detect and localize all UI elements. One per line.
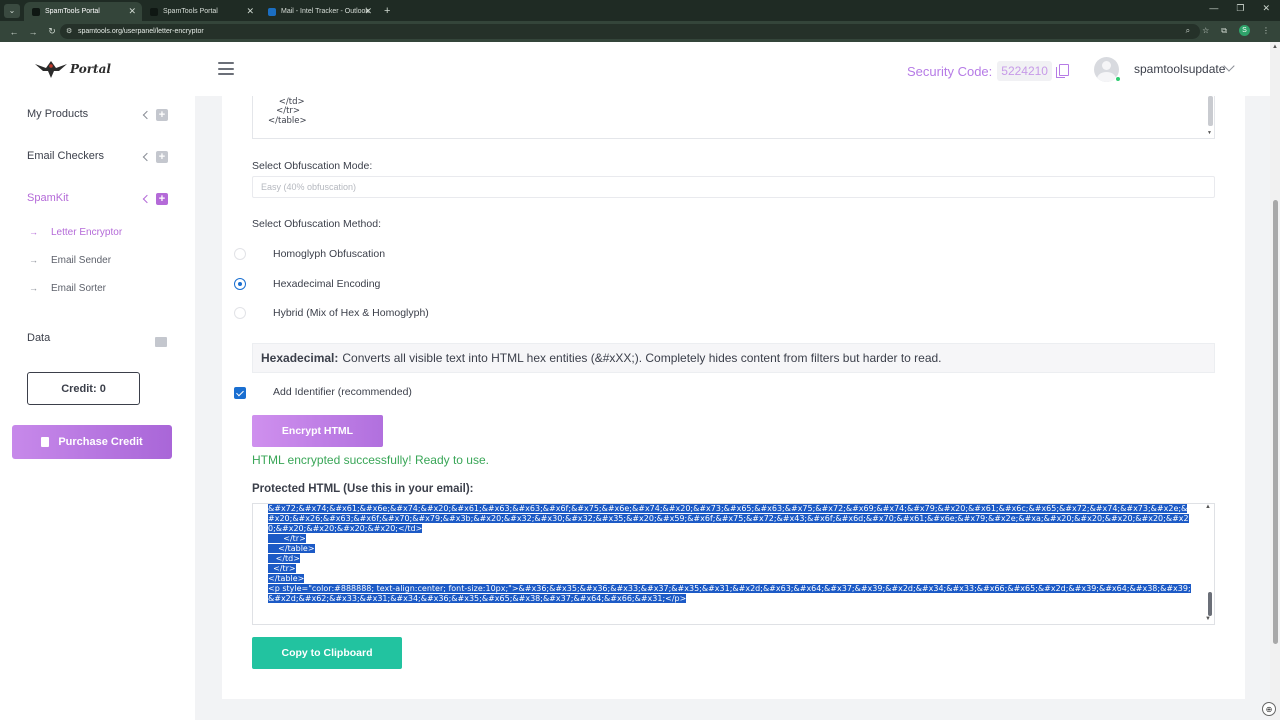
reload-icon[interactable]: ↻ <box>47 26 57 37</box>
close-window-icon[interactable]: ✕ <box>1262 3 1270 14</box>
window-controls: — ❐ ✕ <box>1209 3 1270 14</box>
security-code-label: Security Code: <box>907 63 993 79</box>
radio-hybrid[interactable] <box>234 307 246 319</box>
favicon-icon <box>150 7 158 16</box>
sidebar-subitem-email-sorter[interactable]: Email Sorter <box>51 283 106 294</box>
browser-tab-3[interactable]: Mail - Intel Tracker - Outlook ✕ <box>260 2 378 21</box>
arrow-right-icon: → <box>29 255 38 265</box>
plus-icon[interactable]: + <box>156 109 168 121</box>
plus-icon[interactable]: + <box>156 193 168 205</box>
favicon-icon <box>32 7 40 16</box>
scroll-down-icon[interactable]: ▼ <box>1207 130 1212 136</box>
tab-search-icon[interactable]: ⌄ <box>4 3 20 18</box>
security-code-value: 5224210 <box>997 61 1052 81</box>
online-status-icon <box>1115 76 1121 82</box>
menu-toggle-icon[interactable] <box>218 62 234 75</box>
outlook-icon <box>268 7 276 16</box>
browser-menu-icon[interactable]: ⋮ <box>1262 26 1270 35</box>
sidebar: My Products + Email Checkers + SpamKit +… <box>0 96 195 720</box>
obfuscation-mode-select[interactable]: Easy (40% obfuscation) <box>252 176 1215 198</box>
chevron-left-icon[interactable] <box>142 194 152 204</box>
html-input-textarea[interactable]: </table> </td> </tr> </table> ▼ <box>252 96 1215 139</box>
eagle-logo-icon <box>35 61 67 78</box>
bookmark-star-icon[interactable]: ☆ <box>1202 26 1209 35</box>
username[interactable]: spamtoolsupdate <box>1134 62 1225 76</box>
close-tab-icon[interactable]: ✕ <box>364 6 372 17</box>
sidebar-item-spamkit[interactable]: SpamKit <box>27 192 69 204</box>
output-scrollbar[interactable] <box>1208 592 1212 616</box>
protected-html-textarea[interactable]: &#x72;&#x74;&#x61;&#x6e;&#x74;&#x20;&#x6… <box>252 503 1215 625</box>
sidebar-item-data[interactable]: Data <box>27 332 50 344</box>
sidebar-item-email-checkers[interactable]: Email Checkers <box>27 150 104 162</box>
arrow-right-icon: → <box>29 227 38 237</box>
radio-label-hybrid[interactable]: Hybrid (Mix of Hex & Homoglyph) <box>273 307 429 319</box>
close-tab-icon[interactable]: ✕ <box>128 6 136 17</box>
browser-tab-2[interactable]: SpamTools Portal ✕ <box>142 2 260 21</box>
url-text: spamtools.org/userpanel/letter-encryptor <box>78 28 204 35</box>
sidebar-item-my-products[interactable]: My Products <box>27 108 88 120</box>
credit-display: Credit: 0 <box>27 372 140 405</box>
page-scrollbar-thumb[interactable] <box>1273 200 1278 644</box>
scroll-down-icon[interactable]: ▼ <box>1205 616 1211 622</box>
add-identifier-checkbox[interactable] <box>234 387 246 399</box>
method-info-box: Hexadecimal: Converts all visible text i… <box>252 343 1215 373</box>
chevron-left-icon[interactable] <box>142 152 152 162</box>
browser-actions: ⌕ ☆ ⧉ S ⋮ <box>1186 25 1270 36</box>
add-identifier-label[interactable]: Add Identifier (recommended) <box>273 386 412 398</box>
sidebar-subitem-letter-encryptor[interactable]: Letter Encryptor <box>51 227 122 238</box>
site-info-icon[interactable]: ⚙ <box>66 27 72 35</box>
url-input[interactable]: ⚙ spamtools.org/userpanel/letter-encrypt… <box>60 24 1200 39</box>
method-label: Select Obfuscation Method: <box>252 218 381 230</box>
encrypt-html-button[interactable]: Encrypt HTML <box>252 415 383 447</box>
minimize-icon[interactable]: — <box>1209 3 1218 14</box>
chevron-left-icon[interactable] <box>142 110 152 120</box>
security-code-area: Security Code: 5224210 <box>907 61 1069 81</box>
zoom-icon[interactable]: ⌕ <box>1186 26 1190 36</box>
mode-label: Select Obfuscation Mode: <box>252 160 373 172</box>
browser-address-bar: ← → ↻ ⚙ spamtools.org/userpanel/letter-e… <box>0 21 1280 42</box>
database-icon <box>155 337 167 347</box>
top-header: Portal Security Code: 5224210 spamtoolsu… <box>0 42 1270 96</box>
extensions-icon[interactable]: ⧉ <box>1221 26 1227 36</box>
sidebar-subitem-email-sender[interactable]: Email Sender <box>51 255 111 266</box>
logo-text: Portal <box>70 62 111 76</box>
arrow-right-icon: → <box>29 283 38 293</box>
selected-output-text: &#x72;&#x74;&#x61;&#x6e;&#x74;&#x20;&#x6… <box>268 504 1191 603</box>
radio-label-hexadecimal[interactable]: Hexadecimal Encoding <box>273 278 380 290</box>
textarea-scrollbar[interactable] <box>1208 96 1213 126</box>
radio-label-homoglyph[interactable]: Homoglyph Obfuscation <box>273 248 385 260</box>
success-message: HTML encrypted successfully! Ready to us… <box>252 453 489 467</box>
protected-html-text: &#x72;&#x74;&#x61;&#x6e;&#x74;&#x20;&#x6… <box>268 504 1193 604</box>
profile-avatar[interactable]: S <box>1239 25 1250 36</box>
radio-hexadecimal[interactable] <box>234 278 246 290</box>
purchase-credit-button[interactable]: Purchase Credit <box>12 425 172 459</box>
protected-html-label: Protected HTML (Use this in your email): <box>252 483 474 495</box>
zoom-corner-icon[interactable]: ⊕ <box>1262 702 1276 716</box>
plus-icon[interactable]: + <box>156 151 168 163</box>
info-text: Converts all visible text into HTML hex … <box>342 351 942 365</box>
restore-icon[interactable]: ❐ <box>1236 3 1244 14</box>
html-input-text: </table> </td> </tr> </table> <box>268 96 323 126</box>
copy-to-clipboard-button[interactable]: Copy to Clipboard <box>252 637 402 669</box>
browser-tab-1[interactable]: SpamTools Portal ✕ <box>24 2 142 21</box>
tab-title: SpamTools Portal <box>163 8 218 15</box>
scroll-up-icon[interactable]: ▲ <box>1272 44 1278 50</box>
scroll-up-icon[interactable]: ▲ <box>1205 504 1211 510</box>
tab-title: Mail - Intel Tracker - Outlook <box>281 8 369 15</box>
mode-selected-value: Easy (40% obfuscation) <box>261 182 357 192</box>
logo[interactable]: Portal <box>34 58 111 80</box>
forward-icon[interactable]: → <box>28 27 38 37</box>
tab-title: SpamTools Portal <box>45 8 100 15</box>
info-title: Hexadecimal: <box>261 351 339 365</box>
purchase-credit-label: Purchase Credit <box>58 436 143 448</box>
new-tab-icon[interactable]: + <box>384 5 390 17</box>
main-card: </table> </td> </tr> </table> ▼ Select O… <box>222 96 1245 699</box>
browser-tab-bar: ⌄ SpamTools Portal ✕ SpamTools Portal ✕ … <box>0 0 1280 21</box>
copy-icon[interactable] <box>1055 64 1069 78</box>
radio-homoglyph[interactable] <box>234 248 246 260</box>
back-icon[interactable]: ← <box>9 27 19 37</box>
close-tab-icon[interactable]: ✕ <box>246 6 254 17</box>
document-icon <box>41 437 50 447</box>
